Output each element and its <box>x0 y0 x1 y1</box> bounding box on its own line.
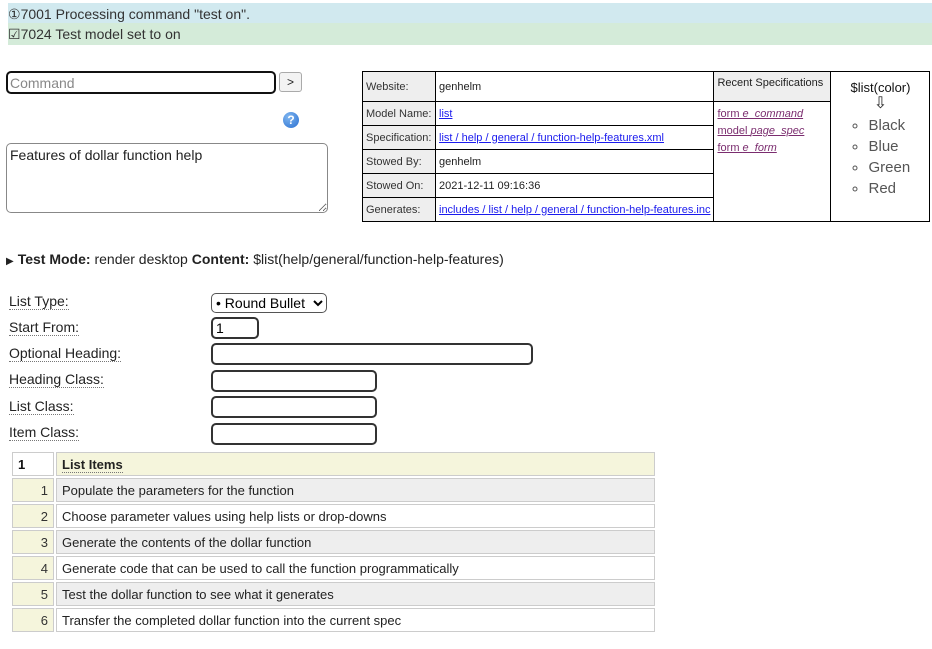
item-class-label: Item Class: <box>9 424 80 441</box>
table-row[interactable]: 2 Choose parameter values using help lis… <box>12 504 655 528</box>
model-name-link[interactable]: list <box>439 108 452 120</box>
description-textarea[interactable] <box>6 143 328 213</box>
recent-spec-link[interactable]: form e_form <box>717 140 827 157</box>
stowed-by-label: Stowed By: <box>362 149 436 174</box>
down-arrow-icon: ⇩ <box>873 95 888 112</box>
preview-item: Blue <box>868 136 926 157</box>
table-row[interactable]: 4 Generate code that can be used to call… <box>12 556 655 580</box>
preview-title: $list(color) <box>850 80 911 95</box>
info-message: ①7001 Processing command "test on". <box>8 3 932 25</box>
table-row[interactable]: 6 Transfer the completed dollar function… <box>12 608 655 632</box>
recent-specs-heading: Recent Specifications <box>713 71 832 102</box>
row-number: 1 <box>12 478 54 502</box>
start-from-input[interactable] <box>211 317 259 339</box>
success-message: ☑7024 Test model set to on <box>8 23 932 45</box>
test-mode-line[interactable]: ▶ Test Mode: render desktop Content: $lis… <box>6 251 504 267</box>
table-header-row: 1 List Items <box>12 452 655 476</box>
list-items-heading: List Items <box>56 452 655 476</box>
content-value: $list(help/general/function-help-feature… <box>253 251 504 267</box>
stowed-on-value: 2021-12-11 09:16:36 <box>434 173 715 198</box>
list-type-select[interactable]: • Round Bullet <box>211 293 327 313</box>
specification-link[interactable]: list / help / general / function-help-fe… <box>439 132 664 144</box>
test-mode-value: render desktop <box>94 251 188 267</box>
specification-label: Specification: <box>362 125 436 150</box>
model-name-label: Model Name: <box>362 101 436 126</box>
row-text[interactable]: Populate the parameters for the function <box>56 478 655 502</box>
website-value: genhelm <box>434 71 715 102</box>
row-number: 3 <box>12 530 54 554</box>
table-row[interactable]: 5 Test the dollar function to see what i… <box>12 582 655 606</box>
test-mode-label: Test Mode: <box>17 251 91 267</box>
table-row[interactable]: 3 Generate the contents of the dollar fu… <box>12 530 655 554</box>
generates-label: Generates: <box>362 197 436 222</box>
website-label: Website: <box>362 71 436 102</box>
row-number: 6 <box>12 608 54 632</box>
message-code: 7024 <box>20 26 52 42</box>
message-text: Processing command "test on". <box>55 6 250 22</box>
submit-command-button[interactable]: > <box>279 72 302 92</box>
list-type-label: List Type: <box>9 293 69 310</box>
recent-spec-link[interactable]: form e_command <box>717 106 827 123</box>
row-text[interactable]: Choose parameter values using help lists… <box>56 504 655 528</box>
stowed-by-value: genhelm <box>434 149 715 174</box>
preview-item: Green <box>868 157 926 178</box>
list-class-input[interactable] <box>211 396 377 418</box>
row-number: 4 <box>12 556 54 580</box>
row-number: 5 <box>12 582 54 606</box>
generates-link[interactable]: includes / list / help / general / funct… <box>439 204 710 216</box>
optional-heading-input[interactable] <box>211 343 533 365</box>
row-text[interactable]: Test the dollar function to see what it … <box>56 582 655 606</box>
help-icon[interactable]: ? <box>283 112 299 128</box>
table-row[interactable]: 1 Populate the parameters for the functi… <box>12 478 655 502</box>
optional-heading-label: Optional Heading: <box>9 345 122 362</box>
spec-info-table: Website: genhelm Recent Specifications $… <box>362 71 931 222</box>
preview-list: Black Blue Green Red <box>834 115 926 199</box>
recent-spec-link[interactable]: model page_spec <box>717 123 827 140</box>
content-label: Content: <box>191 251 250 267</box>
command-input[interactable] <box>6 71 276 94</box>
preview-panel: $list(color) ⇩ Black Blue Green Red <box>830 71 931 222</box>
row-text[interactable]: Generate code that can be used to call t… <box>56 556 655 580</box>
check-icon: ☑ <box>8 26 21 42</box>
row-text[interactable]: Generate the contents of the dollar func… <box>56 530 655 554</box>
info-icon: ① <box>8 6 21 22</box>
preview-item: Black <box>868 115 926 136</box>
message-code: 7001 <box>20 6 52 22</box>
recent-specs-list: form e_command model page_spec form e_fo… <box>713 101 832 222</box>
row-text[interactable]: Transfer the completed dollar function i… <box>56 608 655 632</box>
list-items-table: 1 List Items 1 Populate the parameters f… <box>10 450 657 634</box>
item-count: 1 <box>12 452 54 476</box>
start-from-label: Start From: <box>9 319 80 336</box>
preview-item: Red <box>868 178 926 199</box>
item-class-input[interactable] <box>211 423 377 445</box>
message-text: Test model set to on <box>55 26 181 42</box>
heading-class-label: Heading Class: <box>9 371 104 388</box>
expand-triangle-icon[interactable]: ▶ <box>6 256 14 267</box>
list-class-label: List Class: <box>9 398 74 415</box>
row-number: 2 <box>12 504 54 528</box>
stowed-on-label: Stowed On: <box>362 173 436 198</box>
heading-class-input[interactable] <box>211 370 377 392</box>
